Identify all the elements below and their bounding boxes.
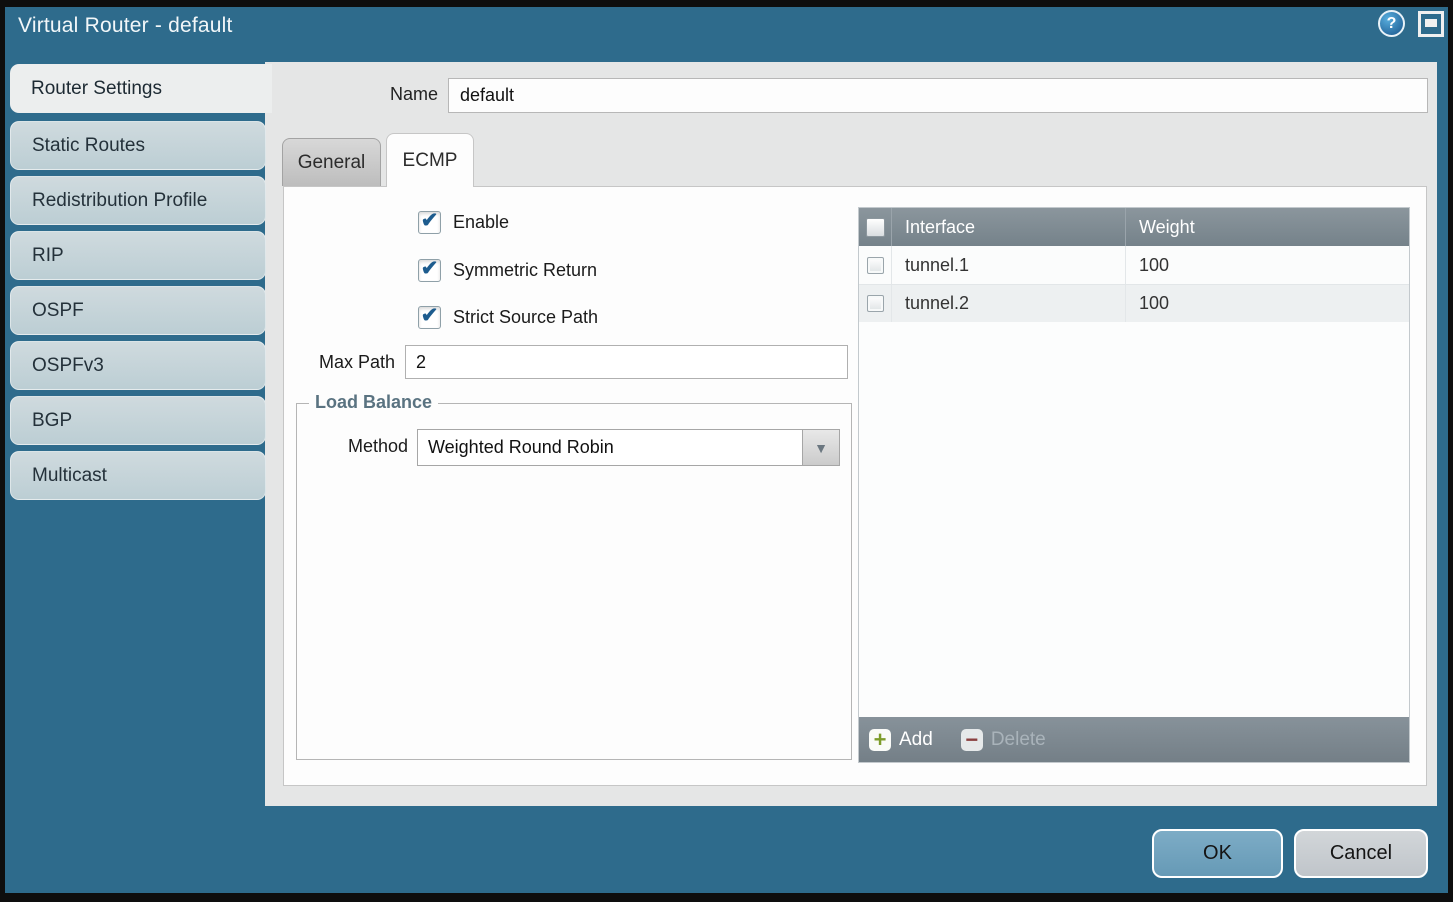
interface-table: Interface Weight tunnel.1 100 tunnel.2 1… bbox=[858, 207, 1410, 763]
weight-cell: 100 bbox=[1126, 285, 1409, 322]
tab-label: ECMP bbox=[403, 150, 458, 172]
sidebar-item-redistribution-profile[interactable]: Redistribution Profile bbox=[10, 176, 266, 225]
weight-column-header: Weight bbox=[1126, 208, 1409, 246]
row-checkbox[interactable] bbox=[867, 257, 884, 274]
dialog-title: Virtual Router - default bbox=[18, 14, 233, 38]
row-checkbox-cell bbox=[859, 285, 892, 322]
cancel-button[interactable]: Cancel bbox=[1294, 829, 1428, 878]
sidebar-item-label: OSPFv3 bbox=[32, 355, 104, 377]
row-checkbox[interactable] bbox=[867, 295, 884, 312]
method-label: Method bbox=[330, 436, 408, 457]
add-plus-icon: + bbox=[869, 729, 891, 751]
sidebar-item-router-settings[interactable]: Router Settings bbox=[10, 64, 272, 113]
method-dropdown-value: Weighted Round Robin bbox=[418, 430, 839, 465]
interface-cell: tunnel.2 bbox=[892, 285, 1126, 322]
max-path-label: Max Path bbox=[300, 352, 395, 373]
chevron-down-icon: ▼ bbox=[814, 440, 828, 456]
table-empty-area bbox=[859, 322, 1409, 717]
delete-button[interactable]: − Delete bbox=[961, 729, 1046, 751]
sidebar-item-label: OSPF bbox=[32, 300, 84, 322]
restore-window-icon[interactable] bbox=[1418, 11, 1444, 37]
interface-cell: tunnel.1 bbox=[892, 246, 1126, 284]
enable-row: ✔ Enable bbox=[418, 211, 509, 234]
sidebar-item-label: RIP bbox=[32, 245, 64, 267]
sidebar-item-label: Router Settings bbox=[31, 78, 162, 100]
help-icon[interactable]: ? bbox=[1378, 10, 1405, 37]
strict-source-path-checkbox[interactable]: ✔ bbox=[418, 306, 441, 329]
check-icon: ✔ bbox=[421, 305, 439, 326]
load-balance-legend: Load Balance bbox=[309, 392, 438, 413]
check-icon: ✔ bbox=[421, 210, 439, 231]
virtual-router-dialog: Virtual Router - default ? Router Settin… bbox=[0, 0, 1453, 902]
delete-minus-icon: − bbox=[961, 729, 983, 751]
add-button[interactable]: + Add bbox=[869, 729, 933, 751]
sidebar-item-label: BGP bbox=[32, 410, 72, 432]
select-all-checkbox[interactable] bbox=[866, 218, 885, 237]
interface-column-header: Interface bbox=[892, 208, 1126, 246]
ok-button[interactable]: OK bbox=[1152, 829, 1283, 878]
sidebar-item-label: Multicast bbox=[32, 465, 107, 487]
sidebar-item-multicast[interactable]: Multicast bbox=[10, 451, 266, 500]
symmetric-return-row: ✔ Symmetric Return bbox=[418, 259, 597, 282]
sidebar-item-rip[interactable]: RIP bbox=[10, 231, 266, 280]
method-dropdown-button[interactable]: ▼ bbox=[802, 430, 839, 465]
sidebar-item-ospfv3[interactable]: OSPFv3 bbox=[10, 341, 266, 390]
sidebar-item-ospf[interactable]: OSPF bbox=[10, 286, 266, 335]
table-row[interactable]: tunnel.2 100 bbox=[859, 284, 1409, 322]
tab-label: General bbox=[298, 152, 366, 174]
strict-source-path-row: ✔ Strict Source Path bbox=[418, 306, 598, 329]
sidebar-item-label: Redistribution Profile bbox=[32, 190, 207, 212]
symmetric-return-checkbox[interactable]: ✔ bbox=[418, 259, 441, 282]
check-icon: ✔ bbox=[421, 258, 439, 279]
sidebar-item-static-routes[interactable]: Static Routes bbox=[10, 121, 266, 170]
enable-label: Enable bbox=[453, 212, 509, 233]
name-input[interactable] bbox=[448, 78, 1428, 113]
tab-general[interactable]: General bbox=[282, 138, 381, 186]
table-footer-toolbar: + Add − Delete bbox=[859, 717, 1409, 762]
table-row[interactable]: tunnel.1 100 bbox=[859, 246, 1409, 284]
enable-checkbox[interactable]: ✔ bbox=[418, 211, 441, 234]
max-path-input[interactable] bbox=[405, 345, 848, 379]
method-dropdown[interactable]: Weighted Round Robin ▼ bbox=[417, 429, 840, 466]
weight-cell: 100 bbox=[1126, 246, 1409, 284]
restore-window-icon-inner bbox=[1425, 19, 1437, 27]
tab-ecmp[interactable]: ECMP bbox=[386, 133, 474, 187]
row-checkbox-cell bbox=[859, 246, 892, 284]
interface-table-header: Interface Weight bbox=[859, 208, 1409, 246]
symmetric-return-label: Symmetric Return bbox=[453, 260, 597, 281]
strict-source-path-label: Strict Source Path bbox=[453, 307, 598, 328]
select-all-cell bbox=[859, 208, 892, 246]
delete-button-label: Delete bbox=[991, 729, 1046, 751]
add-button-label: Add bbox=[899, 729, 933, 751]
sidebar-item-bgp[interactable]: BGP bbox=[10, 396, 266, 445]
name-label: Name bbox=[330, 84, 438, 105]
help-icon-glyph: ? bbox=[1387, 15, 1397, 33]
sidebar-item-label: Static Routes bbox=[32, 135, 145, 157]
